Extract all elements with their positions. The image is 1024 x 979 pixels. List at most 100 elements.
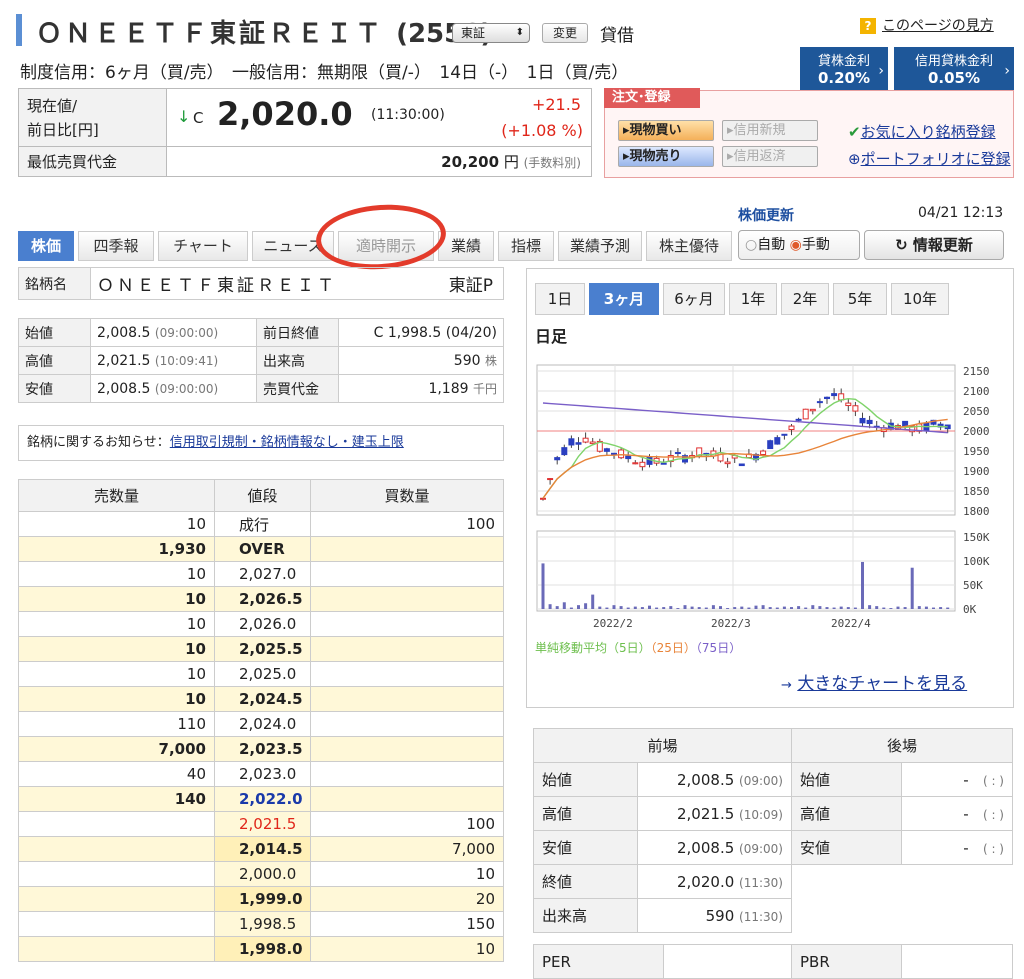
order-price[interactable]: 2,027.0 (214, 561, 311, 587)
volume-bar (690, 606, 694, 609)
chart-legend: 単純移動平均（5日）（25日）（75日） (535, 641, 742, 655)
quote-value: 2,008.5 (09:00:00) (90, 374, 257, 403)
order-price[interactable]: 2,000.0 (214, 861, 311, 887)
change-label: 前日比[円] (27, 120, 99, 139)
order-price[interactable]: 2,026.5 (214, 586, 311, 612)
orderbook-row: 1,999.0 20 (18, 886, 504, 912)
buy-qty (310, 636, 504, 662)
candle-body (589, 441, 596, 445)
big-chart-link[interactable]: → 大きなチャートを見る (781, 669, 967, 694)
morning-header: 前場 (533, 728, 792, 763)
order-price[interactable]: 2,025.0 (214, 661, 311, 687)
period-tab-5[interactable]: 5年 (833, 283, 887, 315)
period-tab-4[interactable]: 2年 (781, 283, 829, 315)
order-price[interactable]: 2,025.5 (214, 636, 311, 662)
order-price[interactable]: 成行 (214, 511, 311, 537)
candlestick-chart[interactable]: 2150 2100 2050 2000 1950 1900 1850 1800 150K 100K… (535, 361, 1007, 651)
sell-qty: 10 (18, 561, 215, 587)
sell-qty (18, 811, 215, 837)
tab-indicators[interactable]: 指標 (498, 231, 554, 261)
credit-info: 制度信用：6ヶ月（買/売） 一般信用：無期限（買/-） 14日（-） 1日（買/… (20, 63, 629, 83)
auto-option[interactable]: 自動 (757, 237, 785, 253)
candle-body (674, 452, 681, 455)
order-price[interactable]: 1,998.5 (214, 911, 311, 937)
check-icon: ✔ (848, 123, 861, 141)
name-table: 銘柄名 ＯＮＥＥＴＦ東証ＲＥＩＴ 東証P (18, 267, 504, 300)
period-tab-0[interactable]: 1日 (535, 283, 585, 315)
volume-bar (633, 606, 637, 609)
refresh-button[interactable]: ↻ 情報更新 (864, 230, 1004, 260)
credit-new-button[interactable]: ▸信用新規 (722, 120, 818, 141)
y-tick-label: 1950 (963, 445, 990, 458)
tab-results[interactable]: 業績 (438, 231, 494, 261)
period-tab-3[interactable]: 1年 (729, 283, 777, 315)
x-tick-label: 2022/2 (593, 617, 633, 630)
order-price[interactable]: OVER (214, 536, 311, 562)
tab-shikiho[interactable]: 四季報 (78, 231, 154, 261)
volume-bar (832, 607, 836, 609)
order-price[interactable]: 2,014.5 (214, 836, 311, 862)
change-button[interactable]: 変更 (542, 23, 588, 43)
tab-benefits[interactable]: 株主優待 (646, 231, 732, 261)
quote-label: 高値 (18, 346, 91, 375)
orderbook-row: 10 2,024.5 (18, 686, 504, 712)
order-price[interactable]: 2,023.0 (214, 761, 311, 787)
quote-label: 始値 (18, 318, 91, 347)
buy-qty: 20 (310, 886, 504, 912)
period-tab-2[interactable]: 6ヶ月 (663, 283, 725, 315)
tab-stock-price[interactable]: 株価 (18, 231, 74, 261)
volume-bar (861, 561, 864, 609)
credit-lend-rate-button[interactable]: 信用貸株金利 0.05% › (894, 47, 1014, 95)
order-price[interactable]: 2,023.5 (214, 736, 311, 762)
quote-row: 始値 2,008.5 (09:00:00) 前日終値 C 1,998.5 (04/20… (18, 318, 504, 347)
period-tab-6[interactable]: 10年 (891, 283, 949, 315)
pm-value: - ( : ) (901, 762, 1013, 797)
update-mode[interactable]: ○自動 ◉手動 (738, 230, 860, 260)
tab-chart[interactable]: チャート (158, 231, 248, 261)
order-price[interactable]: 2,021.5 (214, 811, 311, 837)
order-price[interactable]: 2,024.5 (214, 686, 311, 712)
orderbook-row: 40 2,023.0 (18, 761, 504, 787)
order-price[interactable]: 1,998.0 (214, 936, 311, 962)
volume-bar (733, 607, 737, 609)
volume-bar (569, 607, 573, 609)
candle-body (561, 447, 568, 456)
spot-sell-button[interactable]: ▸現物売り (618, 146, 714, 167)
order-price[interactable]: 2,026.0 (214, 611, 311, 637)
chevron-right-icon: › (1004, 63, 1010, 79)
volume-bar (711, 605, 715, 609)
tab-forecast[interactable]: 業績予測 (558, 231, 642, 261)
manual-option[interactable]: 手動 (802, 237, 830, 253)
notice-link[interactable]: 信用取引規制・銘柄情報なし・建玉上限 (170, 435, 404, 450)
volume-bar (669, 606, 673, 609)
order-price[interactable]: 2,024.0 (214, 711, 311, 737)
x-tick-label: 2022/3 (711, 617, 751, 630)
period-tab-1[interactable]: 3ヶ月 (589, 283, 659, 315)
lend-rate-button[interactable]: 貸株金利 0.20% › (800, 47, 888, 95)
candle-body (540, 497, 546, 500)
order-price[interactable]: 1,999.0 (214, 886, 311, 912)
am-value: 2,008.5 (09:00) (637, 830, 792, 865)
orderbook-row: 10 成行 100 (18, 511, 504, 537)
chart-panel: 1日 3ヶ月 6ヶ月 1年 2年 5年 10年 日足 2150 2100 2050 2000 195… (526, 268, 1014, 708)
order-price[interactable]: 2,022.0 (214, 786, 311, 812)
orderbook-row: 110 2,024.0 (18, 711, 504, 737)
orderbook-row: 10 2,025.5 (18, 636, 504, 662)
market-select[interactable]: 東証 ⬍ (452, 23, 530, 43)
buy-qty: 100 (310, 811, 504, 837)
credit-close-button[interactable]: ▸信用返済 (722, 146, 818, 167)
portfolio-register[interactable]: ⊕ポートフォリオに登録 (848, 148, 1011, 169)
candle-body (660, 462, 667, 465)
help-link[interactable]: ? このページの見方 (860, 15, 994, 35)
candle-body (724, 461, 731, 465)
volume-bar (910, 567, 914, 609)
spot-buy-button[interactable]: ▸現物買い (618, 120, 714, 141)
favorite-register[interactable]: ✔お気に入り銘柄登録 (848, 121, 996, 142)
volume-bar (754, 605, 758, 609)
candle-body (852, 405, 859, 412)
current-price: 2,020.0 (217, 95, 353, 133)
am-label: 終値 (533, 864, 638, 899)
price-header: 値段 (214, 479, 311, 512)
sell-qty: 10 (18, 686, 215, 712)
radio-off-icon: ○ (745, 237, 758, 253)
